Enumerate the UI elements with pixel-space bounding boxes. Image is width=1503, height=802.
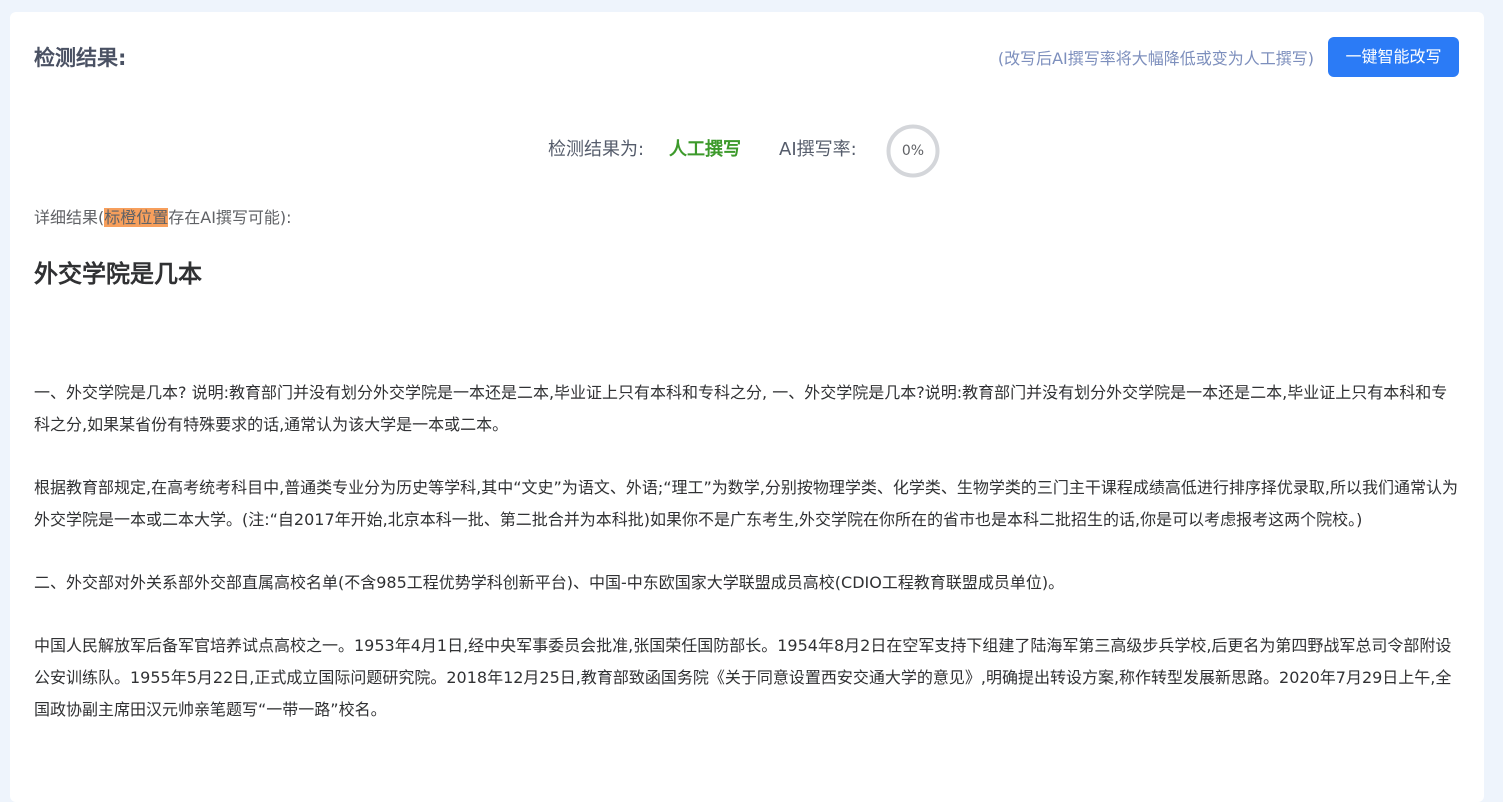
section-title: 检测结果: (34, 46, 127, 70)
detail-prefix: 详细结果( (34, 208, 105, 227)
detail-legend: 详细结果(标橙位置存在AI撰写可能): (34, 206, 292, 230)
rewrite-note: (改写后AI撰写率将大幅降低或变为人工撰写) (997, 49, 1314, 68)
smart-rewrite-button[interactable]: 一键智能改写 (1328, 37, 1459, 77)
highlight-sample: 标橙位置 (104, 208, 169, 227)
paragraph: 二、外交部对外关系部外交部直属高校名单(不含985工程优势学科创新平台)、中国-… (34, 573, 1065, 592)
ai-rate-label: AI撰写率: (779, 139, 857, 160)
paragraph: 中国人民解放军后备军官培养试点高校之一。1953年4月1日,经中央军事委员会批准… (34, 636, 1452, 719)
document-title: 外交学院是几本 (34, 260, 202, 288)
document-body: 一、外交学院是几本? 说明:教育部门并没有划分外交学院是一本还是二本,毕业证上只… (34, 377, 1458, 757)
result-summary: 检测结果为: 人工撰写 AI撰写率: 0% (10, 122, 1484, 182)
detail-suffix: 存在AI撰写可能): (168, 208, 292, 227)
result-label: 检测结果为: (548, 139, 645, 160)
paragraph: 一、外交学院是几本? 说明:教育部门并没有划分外交学院是一本还是二本,毕业证上只… (34, 383, 1448, 434)
result-value: 人工撰写 (669, 139, 741, 160)
detection-result-card: 检测结果: (改写后AI撰写率将大幅降低或变为人工撰写) 一键智能改写 检测结果… (10, 12, 1484, 802)
paragraph: 根据教育部规定,在高考统考科目中,普通类专业分为历史等学科,其中“文史”为语文、… (34, 478, 1458, 529)
ai-rate-value: 0% (901, 143, 925, 159)
